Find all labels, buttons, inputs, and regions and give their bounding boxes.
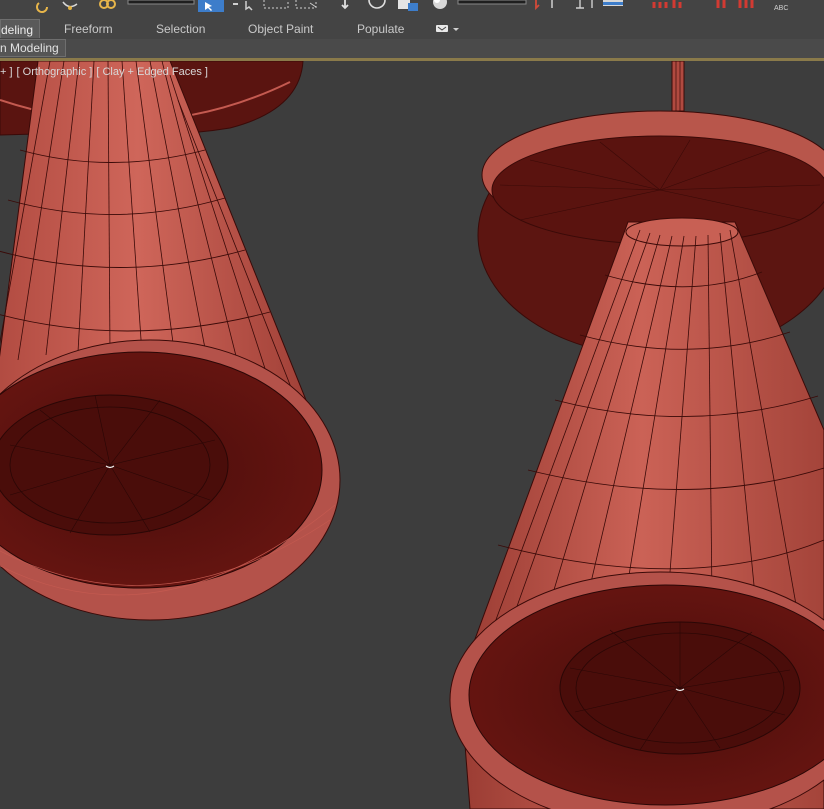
- tab-populate[interactable]: Populate: [357, 19, 404, 39]
- material-icon[interactable]: [433, 0, 447, 9]
- ribbon-tab-bar: deling Freeform Selection Object Paint P…: [0, 19, 824, 39]
- select-and-move-icon[interactable]: [341, 0, 349, 10]
- viewport-point-of-view-menu[interactable]: [ Orthographic ]: [17, 66, 93, 78]
- right-pendant-lamp[interactable]: [449, 61, 824, 809]
- viewport-general-menu[interactable]: + ]: [0, 66, 13, 78]
- spell-check-icon[interactable]: ABC: [774, 5, 788, 12]
- viewport-label: + ] [ Orthographic ][ Clay + Edged Faces …: [0, 66, 212, 78]
- viewport-scene: [0, 61, 824, 809]
- chevron-down-icon: [453, 28, 459, 31]
- tab-freeform[interactable]: Freeform: [64, 19, 113, 39]
- ribbon-panel: n Modeling: [0, 39, 824, 58]
- select-and-rotate-icon[interactable]: [368, 0, 386, 9]
- snap-toggle-icon[interactable]: [576, 0, 593, 9]
- perspective-viewport[interactable]: + ] [ Orthographic ][ Clay + Edged Faces …: [0, 61, 824, 809]
- polygon-modeling-panel-label[interactable]: n Modeling: [0, 39, 66, 57]
- select-by-name-icon[interactable]: [233, 1, 253, 11]
- render-icon[interactable]: [535, 0, 553, 11]
- rectangular-selection-icon[interactable]: [263, 0, 289, 9]
- svg-text:ABC: ABC: [774, 5, 788, 12]
- tab-selection[interactable]: Selection: [156, 19, 205, 39]
- mirror-icon[interactable]: [652, 0, 682, 8]
- select-and-scale-icon[interactable]: [398, 0, 418, 11]
- select-object-icon[interactable]: [198, 0, 224, 12]
- selection-filter-field[interactable]: [127, 0, 195, 5]
- link-icon[interactable]: [62, 1, 78, 10]
- unlink-icon[interactable]: [99, 0, 116, 9]
- undo-icon[interactable]: [36, 2, 48, 13]
- window-crossing-icon[interactable]: [295, 0, 317, 9]
- tab-object-paint[interactable]: Object Paint: [248, 19, 313, 39]
- ribbon-options-dropdown[interactable]: [435, 24, 461, 34]
- left-pendant-lamp[interactable]: [0, 61, 341, 621]
- main-toolbar: ABC: [0, 0, 824, 20]
- align-icon[interactable]: [716, 0, 754, 8]
- named-selection-field[interactable]: [457, 0, 527, 5]
- viewport-shading-menu[interactable]: [ Clay + Edged Faces ]: [96, 66, 208, 78]
- ribbon-display-icon: [436, 25, 448, 32]
- tab-modeling[interactable]: deling: [0, 19, 40, 38]
- angle-snap-icon[interactable]: [603, 0, 623, 6]
